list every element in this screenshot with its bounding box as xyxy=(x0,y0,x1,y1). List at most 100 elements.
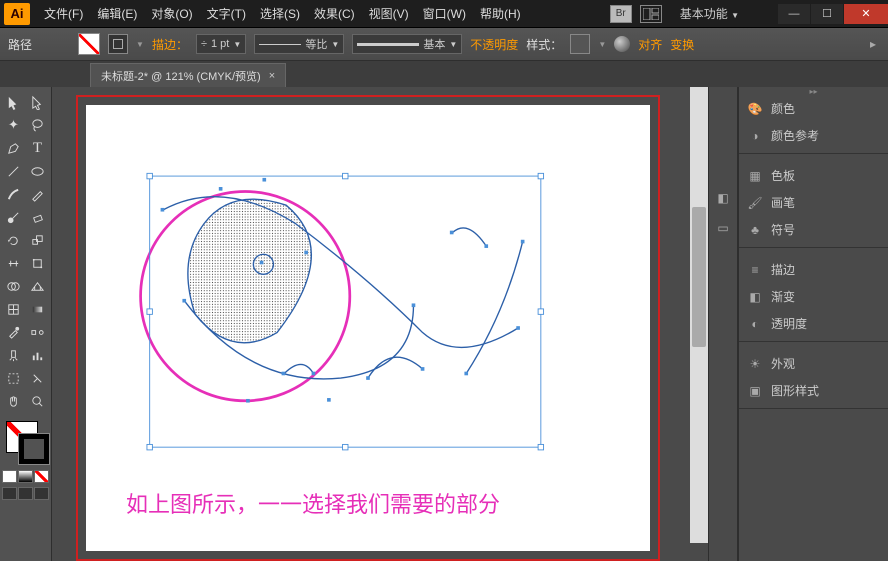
color-picker[interactable] xyxy=(2,419,49,467)
dock-artboards-icon[interactable]: ▭ xyxy=(712,217,734,239)
document-tab-bar: 未标题-2* @ 121% (CMYK/预览) × xyxy=(0,61,888,87)
ellipse-tool[interactable] xyxy=(26,160,49,182)
menu-bar: 文件(F) 编辑(E) 对象(O) 文字(T) 选择(S) 效果(C) 视图(V… xyxy=(38,1,527,26)
type-tool[interactable]: T xyxy=(26,137,49,159)
annotation-text: 如上图所示，一一选择我们需要的部分 xyxy=(126,487,500,519)
free-transform-tool[interactable] xyxy=(26,252,49,274)
mesh-tool[interactable] xyxy=(2,298,25,320)
panel-brushes[interactable]: 🖌画笔 xyxy=(739,189,888,216)
brush-definition-dropdown[interactable]: 基本▼ xyxy=(352,34,462,54)
menu-edit[interactable]: 编辑(E) xyxy=(91,1,143,26)
hand-tool[interactable] xyxy=(2,390,25,412)
dock-layers-icon[interactable]: ◧ xyxy=(712,187,734,209)
fill-swatch[interactable] xyxy=(78,33,100,55)
selection-mode-label: 路径 xyxy=(8,36,32,53)
app-logo: Ai xyxy=(4,3,30,25)
stroke-weight-input[interactable]: ÷1 pt▼ xyxy=(196,34,246,54)
gradient-icon: ◧ xyxy=(747,289,763,305)
swatches-icon: ▦ xyxy=(747,168,763,184)
close-tab-icon[interactable]: × xyxy=(269,70,275,82)
document-tab-label: 未标题-2* @ 121% (CMYK/预览) xyxy=(101,68,261,84)
shape-builder-tool[interactable] xyxy=(2,275,25,297)
pencil-tool[interactable] xyxy=(26,183,49,205)
perspective-grid-tool[interactable] xyxy=(26,275,49,297)
panel-transparency[interactable]: ◐透明度 xyxy=(739,310,888,337)
pen-tool[interactable] xyxy=(2,137,25,159)
menu-select[interactable]: 选择(S) xyxy=(254,1,306,26)
menu-effect[interactable]: 效果(C) xyxy=(308,1,361,26)
menu-help[interactable]: 帮助(H) xyxy=(474,1,527,26)
stroke-dropdown-icon[interactable]: ▼ xyxy=(136,40,144,49)
column-graph-tool[interactable] xyxy=(26,344,49,366)
eraser-tool[interactable] xyxy=(26,206,49,228)
control-bar: 路径 ▼ 描边： ÷1 pt▼ 等比▼ 基本▼ 不透明度 样式： ▼ 对齐 变换… xyxy=(0,28,888,61)
bridge-button[interactable]: Br xyxy=(610,5,632,23)
rotate-tool[interactable] xyxy=(2,229,25,251)
panel-color[interactable]: 🎨颜色 xyxy=(739,95,888,122)
panel-color-guide[interactable]: ◑颜色参考 xyxy=(739,122,888,149)
slice-tool[interactable] xyxy=(26,367,49,389)
screen-mode-normal[interactable] xyxy=(2,487,17,500)
magic-wand-tool[interactable]: ✦ xyxy=(2,114,25,136)
graphic-styles-icon: ▣ xyxy=(747,383,763,399)
document-tab[interactable]: 未标题-2* @ 121% (CMYK/预览) × xyxy=(90,63,286,87)
panel-swatches[interactable]: ▦色板 xyxy=(739,162,888,189)
transparency-icon: ◐ xyxy=(747,316,763,332)
panel-appearance[interactable]: ☀外观 xyxy=(739,350,888,377)
color-mode-none[interactable] xyxy=(34,470,49,483)
menu-window[interactable]: 窗口(W) xyxy=(417,1,472,26)
screen-mode-presentation[interactable] xyxy=(34,487,49,500)
menu-view[interactable]: 视图(V) xyxy=(363,1,415,26)
menu-object[interactable]: 对象(O) xyxy=(145,1,198,26)
window-maximize[interactable]: ☐ xyxy=(811,4,843,24)
direct-selection-tool[interactable] xyxy=(26,91,49,113)
style-label: 样式： xyxy=(526,36,562,53)
zoom-tool[interactable] xyxy=(26,390,49,412)
tools-panel: ✦ T xyxy=(0,87,52,561)
artboard[interactable]: 如上图所示，一一选择我们需要的部分 xyxy=(86,105,650,551)
line-tool[interactable] xyxy=(2,160,25,182)
opacity-label[interactable]: 不透明度 xyxy=(470,36,518,53)
blend-tool[interactable] xyxy=(26,321,49,343)
color-mode-gradient[interactable] xyxy=(18,470,33,483)
lasso-tool[interactable] xyxy=(26,114,49,136)
scale-tool[interactable] xyxy=(26,229,49,251)
arrange-documents-button[interactable] xyxy=(640,5,662,23)
eyedropper-tool[interactable] xyxy=(2,321,25,343)
collapsed-dock: ◧ ▭ xyxy=(708,87,738,561)
gradient-tool[interactable] xyxy=(26,298,49,320)
stroke-color-swatch[interactable] xyxy=(18,433,50,465)
width-tool[interactable] xyxy=(2,252,25,274)
menu-type[interactable]: 文字(T) xyxy=(201,1,252,26)
workspace-switcher[interactable]: 基本功能 ▼ xyxy=(670,5,749,22)
selection-tool[interactable] xyxy=(2,91,25,113)
stroke-profile-dropdown[interactable]: 等比▼ xyxy=(254,34,344,54)
paintbrush-tool[interactable] xyxy=(2,183,25,205)
panel-symbols[interactable]: ♣符号 xyxy=(739,216,888,243)
stroke-swatch[interactable] xyxy=(108,34,128,54)
panel-graphic-styles[interactable]: ▣图形样式 xyxy=(739,377,888,404)
control-menu-icon[interactable]: ▸ xyxy=(866,37,880,51)
recolor-icon[interactable] xyxy=(614,36,630,52)
window-close[interactable]: ✕ xyxy=(844,4,888,24)
align-label[interactable]: 对齐 xyxy=(638,36,662,53)
screen-mode-full[interactable] xyxy=(18,487,33,500)
canvas[interactable]: 如上图所示，一一选择我们需要的部分 xyxy=(52,87,708,561)
panel-collapse-icon[interactable]: ▸▸ xyxy=(739,87,888,95)
blob-brush-tool[interactable] xyxy=(2,206,25,228)
style-swatch[interactable] xyxy=(570,34,590,54)
transform-label[interactable]: 变换 xyxy=(670,36,694,53)
panels-dock: ▸▸ 🎨颜色 ◑颜色参考 ▦色板 🖌画笔 ♣符号 ≡描边 ◧渐变 ◐透明度 ☀外… xyxy=(738,87,888,561)
stroke-label[interactable]: 描边： xyxy=(152,36,188,53)
panel-stroke[interactable]: ≡描边 xyxy=(739,256,888,283)
artboard-tool[interactable] xyxy=(2,367,25,389)
stroke-icon: ≡ xyxy=(747,262,763,278)
brush-icon: 🖌 xyxy=(747,195,763,211)
symbol-sprayer-tool[interactable] xyxy=(2,344,25,366)
color-mode-solid[interactable] xyxy=(2,470,17,483)
window-minimize[interactable]: — xyxy=(778,4,810,24)
menu-file[interactable]: 文件(F) xyxy=(38,1,89,26)
vertical-scrollbar[interactable] xyxy=(690,87,708,543)
appearance-icon: ☀ xyxy=(747,356,763,372)
panel-gradient[interactable]: ◧渐变 xyxy=(739,283,888,310)
